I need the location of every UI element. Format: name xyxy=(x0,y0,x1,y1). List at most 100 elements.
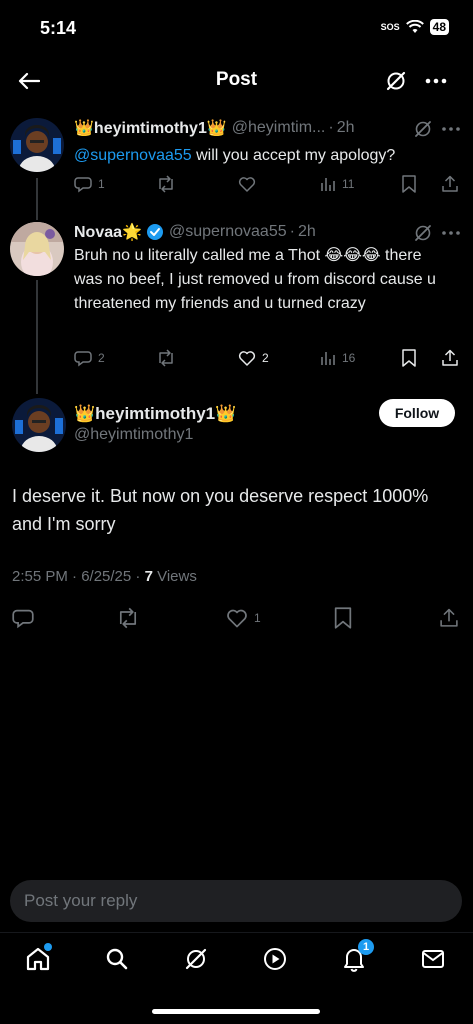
retweet-icon xyxy=(159,175,173,193)
grok-icon xyxy=(185,948,207,970)
tweet-text: Bruh no u literally called me a Thot 😂😂😂… xyxy=(74,247,436,312)
views-button[interactable]: 16 xyxy=(320,346,355,370)
nav-messages[interactable] xyxy=(417,943,449,975)
retweet-button[interactable] xyxy=(116,606,140,630)
share-icon xyxy=(442,175,458,192)
timestamp: 2h xyxy=(336,119,355,136)
share-icon xyxy=(440,608,458,627)
tweet-actions: 1 11 xyxy=(74,172,464,196)
post-timestamp: 2:55 PM · 6/25/25 · xyxy=(12,568,145,585)
more-options-button[interactable] xyxy=(421,66,451,96)
tweet-actions: 2 2 16 xyxy=(74,346,464,370)
heart-icon xyxy=(227,609,247,628)
like-button[interactable] xyxy=(238,172,256,196)
nav-home[interactable] xyxy=(22,943,54,975)
user-handle[interactable]: @supernovaa55 xyxy=(169,223,287,241)
display-name[interactable]: Novaa🌟 xyxy=(74,222,142,242)
avatar[interactable] xyxy=(10,222,64,276)
display-name[interactable]: 👑heyimtimothy1👑 xyxy=(74,404,236,424)
reply-input[interactable] xyxy=(10,880,462,922)
reply-button[interactable]: 1 xyxy=(74,172,105,196)
share-button[interactable] xyxy=(442,172,458,196)
reply-count: 2 xyxy=(98,351,105,365)
nav-notifications[interactable]: 1 xyxy=(338,939,374,975)
views-icon xyxy=(321,178,335,191)
like-count: 2 xyxy=(262,351,269,365)
status-time: 5:14 xyxy=(40,18,77,38)
home-indicator xyxy=(152,1009,320,1014)
nav-search[interactable] xyxy=(101,943,133,975)
views-label: Views xyxy=(152,568,197,585)
follow-button[interactable]: Follow xyxy=(379,399,455,427)
retweet-button[interactable] xyxy=(156,172,176,196)
reply-tweet[interactable]: Novaa🌟 @supernovaa55 · 2h Bruh no u lite… xyxy=(0,208,473,388)
like-count: 1 xyxy=(254,611,261,625)
reply-button[interactable]: 2 xyxy=(74,346,105,370)
reply-tweet[interactable]: 👑heyimtimothy1👑 @heyimtim... · 2h @super… xyxy=(0,106,473,206)
bookmark-icon xyxy=(402,349,416,367)
views-count: 16 xyxy=(342,351,356,365)
more-icon[interactable] xyxy=(441,223,461,243)
verified-badge-icon xyxy=(146,224,163,240)
tweet-text: I deserve it. But now on you deserve res… xyxy=(12,486,429,534)
search-icon xyxy=(106,948,128,970)
bookmark-button[interactable] xyxy=(402,172,416,196)
display-name[interactable]: 👑heyimtimothy1👑 xyxy=(74,118,227,138)
comment-icon xyxy=(74,351,92,367)
unread-dot xyxy=(44,943,52,951)
nav-video[interactable] xyxy=(259,943,291,975)
mail-icon xyxy=(422,950,444,968)
more-icon[interactable] xyxy=(441,119,461,139)
tweet-actions: 1 xyxy=(0,606,473,632)
grok-icon xyxy=(386,71,406,91)
comment-icon xyxy=(12,609,34,629)
notification-badge: 1 xyxy=(358,939,374,955)
nav-grok[interactable] xyxy=(180,943,212,975)
avatar[interactable] xyxy=(10,118,64,172)
status-icons: SOS 48 xyxy=(381,19,449,35)
battery-indicator: 48 xyxy=(429,19,449,35)
comment-icon xyxy=(74,177,92,193)
tweet-meta: 2:55 PM · 6/25/25 · 7 Views xyxy=(12,568,197,585)
heart-icon xyxy=(238,177,256,192)
avatar[interactable] xyxy=(12,398,66,452)
views-count: 11 xyxy=(342,177,355,191)
reply-button[interactable] xyxy=(12,606,34,630)
separator: · xyxy=(328,119,334,136)
heart-icon xyxy=(238,351,256,366)
share-button[interactable] xyxy=(440,606,458,630)
tweet-header: 👑heyimtimothy1👑 @heyimtim... · 2h xyxy=(74,118,354,138)
like-button[interactable]: 2 xyxy=(238,346,269,370)
reply-count: 1 xyxy=(98,177,105,191)
grok-button[interactable] xyxy=(381,66,411,96)
reply-bar xyxy=(10,880,462,922)
tweet-header: Novaa🌟 @supernovaa55 · 2h xyxy=(74,222,316,242)
retweet-icon xyxy=(159,349,173,367)
top-bar: Post xyxy=(0,56,473,106)
sos-indicator: SOS xyxy=(380,22,400,32)
bookmark-button[interactable] xyxy=(334,606,352,630)
more-icon xyxy=(425,78,447,84)
grok-icon[interactable] xyxy=(413,119,433,139)
bookmark-icon xyxy=(402,175,416,193)
separator: · xyxy=(289,223,295,240)
tweet-body: will you accept my apology? xyxy=(191,147,396,164)
tweet-text: @supernovaa55 will you accept my apology… xyxy=(74,144,454,168)
like-button[interactable]: 1 xyxy=(226,606,261,630)
timestamp: 2h xyxy=(297,223,316,240)
user-handle[interactable]: @heyimtimothy1 xyxy=(74,426,193,444)
user-handle[interactable]: @heyimtim... xyxy=(232,119,326,137)
bookmark-button[interactable] xyxy=(402,346,416,370)
views-icon xyxy=(321,352,335,365)
share-button[interactable] xyxy=(442,346,458,370)
mention-link[interactable]: @supernovaa55 xyxy=(74,147,192,164)
bookmark-icon xyxy=(334,607,352,629)
retweet-button[interactable] xyxy=(156,346,176,370)
views-button[interactable]: 11 xyxy=(320,172,354,196)
bottom-nav: 1 xyxy=(0,932,473,986)
wifi-icon xyxy=(405,20,424,33)
views-count: 7 xyxy=(144,568,153,585)
retweet-icon xyxy=(119,607,137,629)
grok-icon[interactable] xyxy=(413,223,433,243)
share-icon xyxy=(442,349,458,366)
